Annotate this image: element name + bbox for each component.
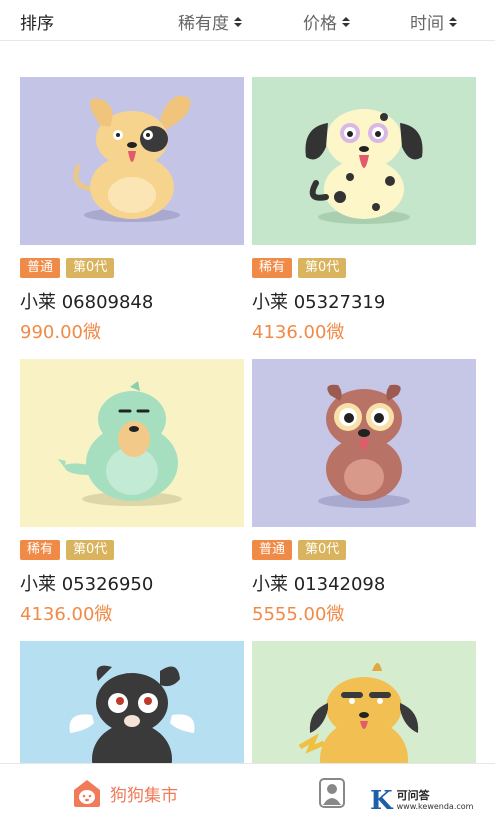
dog-image — [252, 77, 476, 245]
dog-card[interactable]: 稀有 第0代 小莱 05327319 4136.00微 — [252, 77, 476, 343]
dog-name: 小莱 05327319 — [252, 292, 386, 313]
dog-illustration — [20, 77, 244, 245]
dog-name: 小莱 05326950 — [20, 574, 154, 595]
dog-name: 小莱 01342098 — [252, 574, 386, 595]
nav-profile[interactable] — [319, 778, 345, 812]
watermark-logo: K — [370, 786, 393, 816]
dog-price: 990.00微 — [20, 322, 101, 343]
bottom-nav: 狗狗集市 K 可问答 www.kewenda.com — [0, 763, 495, 824]
tag-row: 普通 第0代 — [252, 540, 347, 560]
dog-illustration — [20, 359, 244, 527]
tag-row: 普通 第0代 — [20, 258, 115, 278]
dog-price: 4136.00微 — [20, 604, 113, 625]
nav-market-label: 狗狗集市 — [110, 785, 178, 806]
rarity-tag: 稀有 — [252, 258, 293, 278]
generation-tag: 第0代 — [298, 540, 347, 560]
dog-card[interactable]: 稀有 第0代 小莱 05326950 4136.00微 — [20, 359, 244, 625]
nav-dog-market[interactable]: 狗狗集市 — [72, 778, 178, 808]
generation-tag: 第0代 — [66, 258, 115, 278]
dog-image — [20, 77, 244, 245]
rarity-tag: 普通 — [20, 258, 61, 278]
sort-caret-icon — [449, 16, 457, 27]
sort-by-price[interactable]: 价格 — [303, 9, 350, 34]
dog-card[interactable]: 普通 第0代 小莱 01342098 5555.00微 — [252, 359, 476, 625]
dog-illustration — [252, 77, 476, 245]
sort-label: 时间 — [410, 14, 444, 34]
tag-row: 稀有 第0代 — [252, 258, 347, 278]
tag-row: 稀有 第0代 — [20, 540, 115, 560]
watermark: K 可问答 www.kewenda.com — [370, 788, 473, 814]
sort-caret-icon — [234, 16, 242, 27]
dog-price: 5555.00微 — [252, 604, 345, 625]
rarity-tag: 普通 — [252, 540, 293, 560]
generation-tag: 第0代 — [66, 540, 115, 560]
dog-name: 小莱 06809848 — [20, 292, 154, 313]
dog-price: 4136.00微 — [252, 322, 345, 343]
sort-label: 稀有度 — [178, 14, 229, 34]
dog-house-icon — [74, 780, 100, 807]
sort-by-time[interactable]: 时间 — [410, 9, 457, 34]
rarity-tag: 稀有 — [20, 540, 61, 560]
sort-caret-icon — [342, 16, 350, 27]
dog-image — [252, 359, 476, 527]
sort-label: 价格 — [303, 14, 337, 34]
watermark-name: 可问答 — [396, 789, 430, 802]
dog-card[interactable]: 普通 第0代 小莱 06809848 990.00微 — [20, 77, 244, 343]
dog-image — [20, 359, 244, 527]
generation-tag: 第0代 — [298, 258, 347, 278]
sort-bar: 排序 稀有度 价格 时间 — [0, 0, 495, 41]
dog-illustration — [252, 359, 476, 527]
sort-title: 排序 — [20, 14, 54, 34]
watermark-url: www.kewenda.com — [396, 802, 474, 811]
sort-by-rarity[interactable]: 稀有度 — [178, 9, 242, 34]
user-icon — [319, 778, 345, 808]
